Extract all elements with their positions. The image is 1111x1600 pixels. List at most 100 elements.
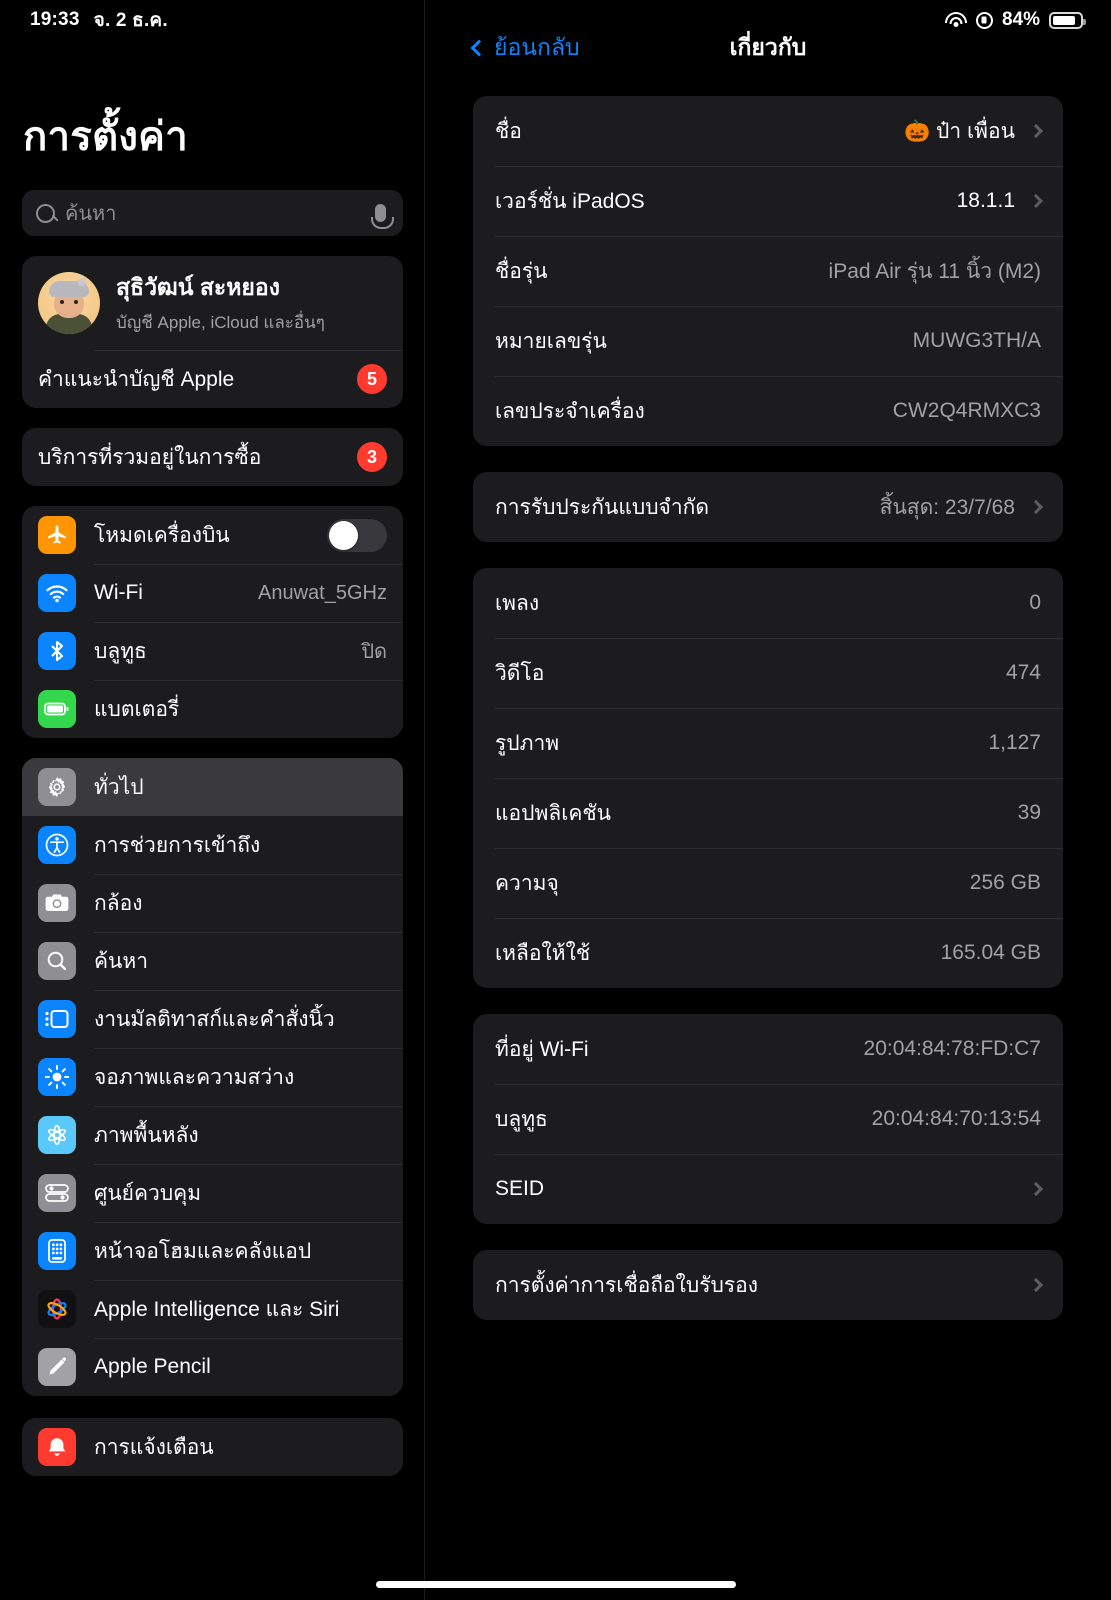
row-label: รูปภาพ — [495, 731, 560, 755]
account-subtitle: บัญชี Apple, iCloud และอื่นๆ — [116, 313, 325, 332]
sidebar-item-airplane-mode[interactable]: โหมดเครื่องบิน — [22, 506, 403, 564]
row-value: 🎃 ป๋า เพื่อน — [904, 119, 1015, 143]
wallpaper-icon — [38, 1116, 76, 1154]
sidebar-item-label: กล้อง — [94, 891, 143, 915]
sidebar-item-label: Apple Intelligence และ Siri — [94, 1297, 340, 1321]
detail-row-ipados-version[interactable]: เวอร์ชั่น iPadOS 18.1.1 — [473, 166, 1063, 236]
connectivity-group: โหมดเครื่องบิน Wi-Fi Anuwat_5GHz บลูทูธ … — [22, 506, 403, 738]
wifi-icon — [944, 11, 967, 29]
sidebar-item-label: งานมัลติทาสก์และคำสั่งนิ้ว — [94, 1007, 335, 1031]
sidebar-item-battery[interactable]: แบตเตอรี่ — [22, 680, 403, 738]
general-group: ทั่วไป การช่วยการเข้าถึง กล้อง ค้นหา งาน… — [22, 758, 403, 1396]
row-value: 165.04 GB — [940, 941, 1041, 964]
row-value: 1,127 — [988, 731, 1041, 754]
detail-row-videos: วิดีโอ 474 — [473, 638, 1063, 708]
sidebar-item-label: Wi-Fi — [94, 581, 143, 604]
sidebar-item-label: ค้นหา — [94, 949, 149, 973]
sidebar-item-accessibility[interactable]: การช่วยการเข้าถึง — [22, 816, 403, 874]
notifications-group: การแจ้งเตือน — [22, 1418, 403, 1476]
search-placeholder: ค้นหา — [65, 203, 117, 225]
bluetooth-icon — [38, 632, 76, 670]
status-bar-left: 19:33 จ. 2 ธ.ค. — [30, 5, 168, 35]
row-value: iPad Air รุ่น 11 นิ้ว (M2) — [828, 259, 1041, 283]
notifications-icon — [38, 1428, 76, 1466]
sidebar-item-wifi[interactable]: Wi-Fi Anuwat_5GHz — [22, 564, 403, 622]
sidebar-item-label: การแจ้งเตือน — [94, 1435, 214, 1459]
suggestion-label: คำแนะนำบัญชี Apple — [38, 367, 235, 391]
sidebar-item-general[interactable]: ทั่วไป — [22, 758, 403, 816]
detail-row-name[interactable]: ชื่อ 🎃 ป๋า เพื่อน — [473, 96, 1063, 166]
about-detail-pane: ย้อนกลับ เกี่ยวกับ ชื่อ 🎃 ป๋า เพื่อน เวอ… — [425, 0, 1111, 1600]
battery-icon — [38, 690, 76, 728]
sidebar-item-label: ภาพพื้นหลัง — [94, 1123, 199, 1147]
detail-row-capacity: ความจุ 256 GB — [473, 848, 1063, 918]
row-label: ชื่อ — [495, 119, 522, 143]
sidebar-item-apple-account-suggestions[interactable]: คำแนะนำบัญชี Apple 5 — [22, 350, 403, 408]
detail-row-certificate-trust-settings[interactable]: การตั้งค่าการเชื่อถือใบรับรอง — [473, 1250, 1063, 1320]
status-bar: 19:33 จ. 2 ธ.ค. 84% — [0, 0, 1111, 40]
chevron-right-icon — [1028, 193, 1044, 209]
sidebar-item-label: จอภาพและความสว่าง — [94, 1065, 295, 1089]
row-label: หมายเลขรุ่น — [495, 329, 607, 353]
home-screen-icon — [38, 1232, 76, 1270]
multitasking-icon — [38, 1000, 76, 1038]
home-indicator[interactable] — [375, 1581, 736, 1588]
detail-row-songs: เพลง 0 — [473, 568, 1063, 638]
sidebar-item-wallpaper[interactable]: ภาพพื้นหลัง — [22, 1106, 403, 1164]
row-value: 0 — [1029, 591, 1041, 614]
row-label: เหลือให้ใช้ — [495, 941, 591, 965]
sidebar-item-apple-pencil[interactable]: Apple Pencil — [22, 1338, 403, 1396]
sidebar-item-label: บลูทูธ — [94, 639, 147, 663]
airplane-mode-toggle[interactable] — [327, 518, 387, 552]
status-badge: 5 — [357, 364, 387, 394]
detail-row-model-number: หมายเลขรุ่น MUWG3TH/A — [473, 306, 1063, 376]
row-value: 18.1.1 — [956, 189, 1015, 212]
detail-row-model-name: ชื่อรุ่น iPad Air รุ่น 11 นิ้ว (M2) — [473, 236, 1063, 306]
row-label: ความจุ — [495, 871, 559, 895]
services-label: บริการที่รวมอยู่ในการซื้อ — [38, 445, 262, 469]
content-storage-group: เพลง 0 วิดีโอ 474 รูปภาพ 1,127 แอปพลิเคช… — [473, 568, 1063, 988]
sidebar-item-label: Apple Pencil — [94, 1355, 211, 1378]
sidebar-item-bluetooth[interactable]: บลูทูธ ปิด — [22, 622, 403, 680]
account-group: สุธิวัฒน์ สะหยอง บัญชี Apple, iCloud และ… — [22, 256, 403, 408]
bluetooth-state-value: ปิด — [361, 641, 387, 663]
memoji-avatar — [38, 272, 100, 334]
row-value: 20:04:84:70:13:54 — [871, 1107, 1041, 1130]
detail-row-seid[interactable]: SEID — [473, 1154, 1063, 1224]
row-label: SEID — [495, 1177, 545, 1200]
sidebar-item-home-screen[interactable]: หน้าจอโฮมและคลังแอป — [22, 1222, 403, 1280]
account-row[interactable]: สุธิวัฒน์ สะหยอง บัญชี Apple, iCloud และ… — [22, 256, 403, 350]
sidebar-item-control-center[interactable]: ศูนย์ควบคุม — [22, 1164, 403, 1222]
settings-sidebar: การตั้งค่า ค้นหา สุธิวัฒน์ สะหยอง บัญชี … — [0, 0, 425, 1600]
sidebar-item-notifications[interactable]: การแจ้งเตือน — [22, 1418, 403, 1476]
sidebar-item-camera[interactable]: กล้อง — [22, 874, 403, 932]
row-label: แอปพลิเคชัน — [495, 801, 612, 825]
detail-row-wifi-address: ที่อยู่ Wi-Fi 20:04:84:78:FD:C7 — [473, 1014, 1063, 1084]
sidebar-item-search[interactable]: ค้นหา — [22, 932, 403, 990]
sidebar-item-apple-intelligence-siri[interactable]: Apple Intelligence และ Siri — [22, 1280, 403, 1338]
certificate-trust-group: การตั้งค่าการเชื่อถือใบรับรอง — [473, 1250, 1063, 1320]
services-group: บริการที่รวมอยู่ในการซื้อ 3 — [22, 428, 403, 486]
row-label: บลูทูธ — [495, 1107, 548, 1131]
chevron-right-icon — [1028, 123, 1044, 139]
ipad-settings-screen: 19:33 จ. 2 ธ.ค. 84% การตั้งค่า ค้นหา สุธ — [0, 0, 1111, 1600]
detail-row-limited-warranty[interactable]: การรับประกันแบบจำกัด สิ้นสุด: 23/7/68 — [473, 472, 1063, 542]
search-input[interactable]: ค้นหา — [22, 190, 403, 236]
pencil-icon — [38, 1348, 76, 1386]
brightness-icon — [38, 1058, 76, 1096]
row-value: 256 GB — [969, 871, 1041, 894]
rotation-lock-icon — [975, 11, 993, 29]
search-icon — [36, 203, 55, 223]
sidebar-item-display-brightness[interactable]: จอภาพและความสว่าง — [22, 1048, 403, 1106]
row-value: CW2Q4RMXC3 — [892, 399, 1041, 422]
gear-icon — [38, 768, 76, 806]
status-date: จ. 2 ธ.ค. — [93, 10, 168, 31]
microphone-icon[interactable] — [371, 204, 394, 229]
sidebar-item-included-services[interactable]: บริการที่รวมอยู่ในการซื้อ 3 — [22, 428, 403, 486]
chevron-right-icon — [1028, 1277, 1044, 1293]
sidebar-item-multitasking[interactable]: งานมัลติทาสก์และคำสั่งนิ้ว — [22, 990, 403, 1048]
sidebar-item-label: ศูนย์ควบคุม — [94, 1181, 202, 1205]
wifi-icon — [38, 574, 76, 612]
row-label: เพลง — [495, 591, 540, 615]
row-value: 39 — [1017, 801, 1041, 824]
